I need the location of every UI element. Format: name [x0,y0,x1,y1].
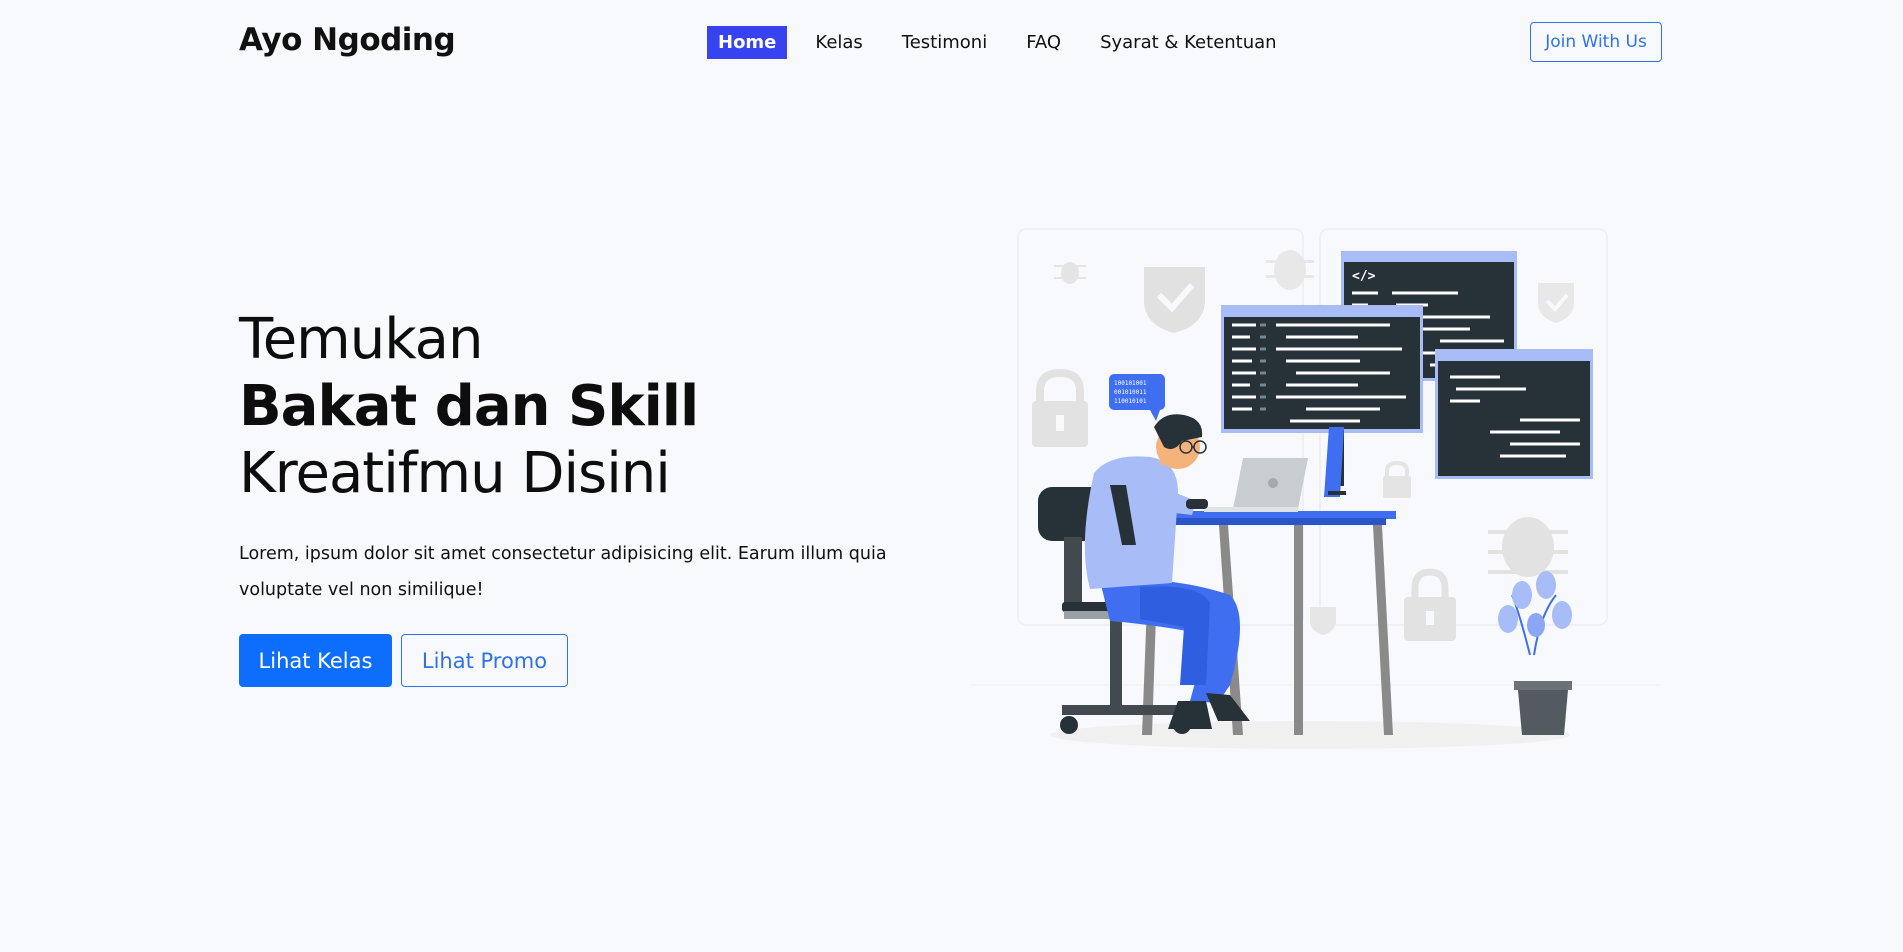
lihat-kelas-button[interactable]: Lihat Kelas [239,634,392,687]
bug-icon [1266,250,1314,290]
code-editor-screen [1221,305,1423,433]
hero-title-line-2: Bakat dan Skill [239,374,699,439]
hero-title-line-1: Temukan [239,307,483,372]
lock-icon [1383,460,1411,498]
shield-check-icon [1538,283,1574,323]
bug-icon [1054,262,1086,284]
potted-plant-icon [1498,571,1572,735]
binary-line: 100101001 [1114,380,1147,387]
nav-link-testimoni[interactable]: Testimoni [892,26,997,59]
hero-description: Lorem, ipsum dolor sit amet consectetur … [239,544,887,600]
laptop-icon [1204,458,1308,512]
nav-link-syarat-ketentuan[interactable]: Syarat & Ketentuan [1090,26,1287,59]
shield-check-icon [1310,607,1336,635]
join-with-us-button[interactable]: Join With Us [1530,22,1662,62]
navbar: Ayo Ngoding Home Kelas Testimoni FAQ Sya… [0,0,1903,86]
lock-icon [1404,568,1456,641]
brand-logo[interactable]: Ayo Ngoding [239,22,456,58]
speech-bubble-icon: 100101001 001010011 110010101 [1109,374,1165,421]
nav-link-kelas[interactable]: Kelas [805,26,872,59]
nav-link-home[interactable]: Home [707,25,788,59]
hero-title-line-3: Kreatifmu Disini [239,441,671,506]
code-window-icon [1435,349,1593,479]
bug-icon [1488,517,1568,577]
lock-icon [1032,368,1088,447]
svg-text:100101001 001010011: 100101001 001010011 110010101 [1114,380,1150,405]
floor-shadow [1050,721,1570,749]
lihat-promo-button[interactable]: Lihat Promo [401,634,568,687]
binary-line: 001010011 [1114,389,1147,396]
shield-check-icon [1144,267,1205,333]
binary-line: 110010101 [1114,398,1147,405]
code-tag-label: </> [1352,269,1376,284]
hero-illustration: </> 100101001 001010011 110010101 [970,228,1660,749]
nav-links: Home Kelas Testimoni FAQ Syarat & Ketent… [707,25,1306,59]
hero-title: Temukan Bakat dan Skill Kreatifmu Disini [239,306,699,507]
nav-link-faq[interactable]: FAQ [1016,26,1071,59]
monitor-icon [1324,427,1346,497]
